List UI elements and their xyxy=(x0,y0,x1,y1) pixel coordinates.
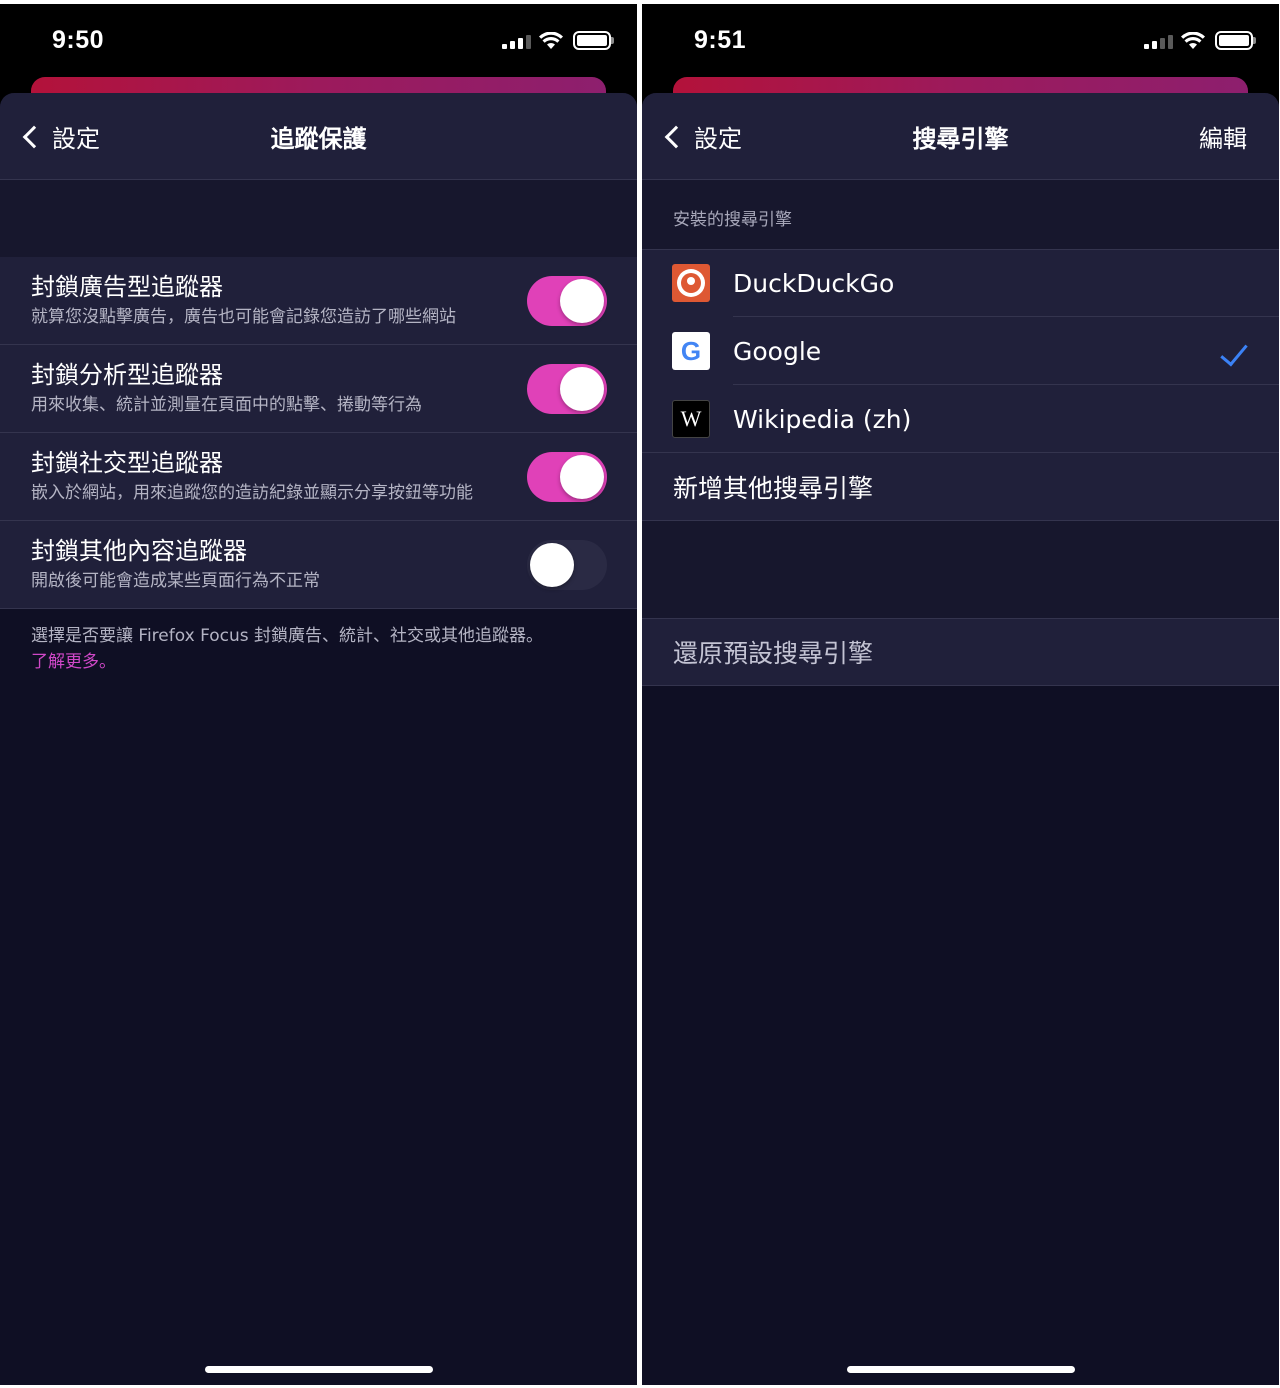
back-button[interactable]: 設定 xyxy=(660,119,742,154)
footer-text: 選擇是否要讓 Firefox Focus 封鎖廣告、統計、社交或其他追蹤器。 xyxy=(31,626,544,646)
status-icons xyxy=(1144,31,1256,50)
engine-row-wikipedia[interactable]: W Wikipedia (zh) xyxy=(642,385,1279,453)
toggle-title: 封鎖其他內容追蹤器 xyxy=(31,537,247,565)
status-bar: 9:51 xyxy=(642,4,1279,80)
chevron-left-icon xyxy=(22,125,46,148)
add-search-engine-button[interactable]: 新增其他搜尋引擎 xyxy=(642,453,1279,521)
checkmark-icon xyxy=(1220,337,1248,367)
home-indicator xyxy=(204,1366,433,1373)
status-time: 9:51 xyxy=(694,26,747,54)
back-button[interactable]: 設定 xyxy=(18,119,100,154)
home-indicator xyxy=(846,1366,1075,1373)
section-spacer xyxy=(0,180,637,257)
status-time: 9:50 xyxy=(52,26,105,54)
back-button-label: 設定 xyxy=(694,125,742,153)
engine-row-duckduckgo[interactable]: DuckDuckGo xyxy=(642,249,1279,317)
status-bar: 9:50 xyxy=(0,4,637,80)
settings-sheet: 設定 追蹤保護 封鎖廣告型追蹤器 就算您沒點擊廣告，廣告也可能會記錄您造訪了哪些… xyxy=(0,93,637,1385)
cellular-signal-icon xyxy=(1144,33,1173,49)
duckduckgo-icon xyxy=(672,264,710,302)
other-trackers-switch[interactable] xyxy=(527,539,607,590)
chevron-left-icon xyxy=(664,125,688,148)
toggle-row-analytics-trackers: 封鎖分析型追蹤器 用來收集、統計並測量在頁面中的點擊、捲動等行為 xyxy=(0,345,637,433)
settings-sheet: 設定 搜尋引擎 編輯 安裝的搜尋引擎 DuckDuckGo G Google W xyxy=(642,93,1279,1385)
engine-name: Wikipedia (zh) xyxy=(733,404,912,434)
toggle-row-other-trackers: 封鎖其他內容追蹤器 開啟後可能會造成某些頁面行為不正常 xyxy=(0,521,637,609)
social-trackers-switch[interactable] xyxy=(527,451,607,502)
edit-button[interactable]: 編輯 xyxy=(1199,119,1247,154)
search-engine-screen: 9:51 設定 搜尋引擎 編輯 安裝的搜尋引擎 DuckDuckGo G Goo… xyxy=(642,4,1279,1385)
wifi-icon xyxy=(1181,31,1205,49)
battery-icon xyxy=(573,31,614,50)
toggle-title: 封鎖社交型追蹤器 xyxy=(31,449,223,477)
navigation-bar: 設定 搜尋引擎 編輯 xyxy=(642,93,1279,180)
wikipedia-icon: W xyxy=(672,400,710,438)
toggle-subtitle: 就算您沒點擊廣告，廣告也可能會記錄您造訪了哪些網站 xyxy=(31,307,456,327)
section-spacer xyxy=(642,521,1279,618)
analytics-trackers-switch[interactable] xyxy=(527,363,607,414)
ad-trackers-switch[interactable] xyxy=(527,275,607,326)
engine-row-google[interactable]: G Google xyxy=(642,317,1279,385)
status-icons xyxy=(502,31,614,50)
toggle-row-ad-trackers: 封鎖廣告型追蹤器 就算您沒點擊廣告，廣告也可能會記錄您造訪了哪些網站 xyxy=(0,257,637,345)
battery-icon xyxy=(1215,31,1256,50)
toggle-subtitle: 開啟後可能會造成某些頁面行為不正常 xyxy=(31,571,320,591)
toggle-subtitle: 嵌入於網站，用來追蹤您的造訪紀錄並顯示分享按鈕等功能 xyxy=(31,483,473,503)
navigation-bar: 設定 追蹤保護 xyxy=(0,93,637,180)
toggle-title: 封鎖廣告型追蹤器 xyxy=(31,273,223,301)
cellular-signal-icon xyxy=(502,33,531,49)
section-header-installed: 安裝的搜尋引擎 xyxy=(642,180,1279,249)
learn-more-link[interactable]: 了解更多。 xyxy=(31,652,116,672)
engine-name: DuckDuckGo xyxy=(733,268,895,298)
footer-description: 選擇是否要讓 Firefox Focus 封鎖廣告、統計、社交或其他追蹤器。 了… xyxy=(0,609,637,689)
restore-default-engines-button[interactable]: 還原預設搜尋引擎 xyxy=(642,618,1279,686)
engine-name: Google xyxy=(733,336,822,366)
toggle-title: 封鎖分析型追蹤器 xyxy=(31,361,223,389)
toggle-row-social-trackers: 封鎖社交型追蹤器 嵌入於網站，用來追蹤您的造訪紀錄並顯示分享按鈕等功能 xyxy=(0,433,637,521)
wifi-icon xyxy=(539,31,563,49)
toggle-subtitle: 用來收集、統計並測量在頁面中的點擊、捲動等行為 xyxy=(31,395,422,415)
google-icon: G xyxy=(672,332,710,370)
back-button-label: 設定 xyxy=(52,125,100,153)
tracking-protection-screen: 9:50 設定 追蹤保護 封鎖廣告型追蹤器 就算您沒點擊廣告，廣告也可能會記錄您 xyxy=(0,4,637,1385)
